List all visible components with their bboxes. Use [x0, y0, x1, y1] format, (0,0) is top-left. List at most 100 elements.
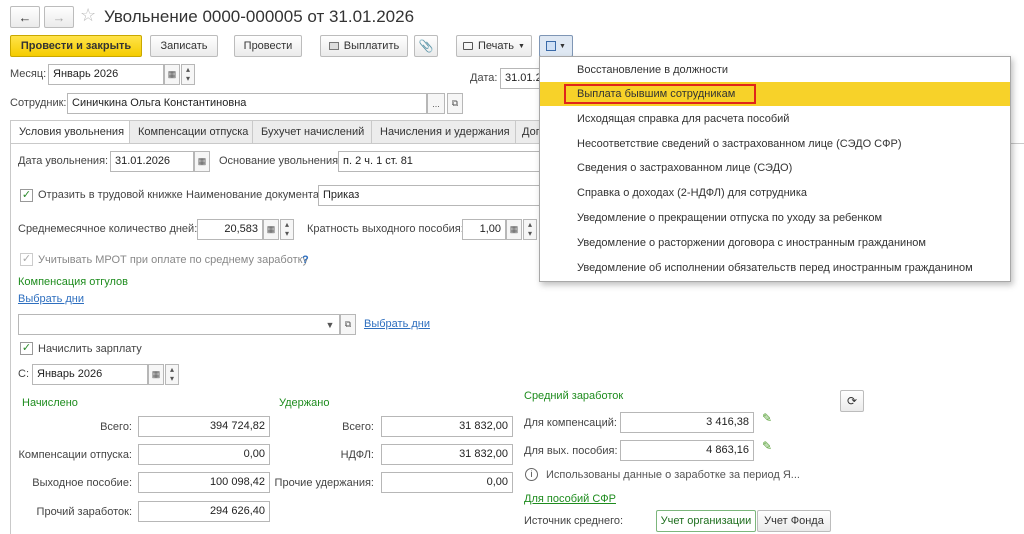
- tab-dismissal-conditions[interactable]: Условия увольнения: [10, 120, 134, 144]
- for-comp-label: Для компенсаций:: [524, 417, 617, 429]
- menu-item-sfr-mismatch[interactable]: Несоответствие сведений о застрахованном…: [540, 132, 1010, 156]
- ndfl-label: НДФЛ:: [340, 449, 374, 461]
- withheld-heading: Удержано: [279, 397, 330, 409]
- month-stepper[interactable]: ▴ ▾: [181, 64, 195, 85]
- forward-button[interactable]: →: [44, 6, 74, 28]
- employee-field[interactable]: Синичкина Ольга Константиновна: [67, 93, 427, 114]
- avg-earnings-heading: Средний заработок: [524, 390, 624, 402]
- accrued-total-field: 394 724,82: [138, 416, 270, 437]
- tab-accruals-deductions[interactable]: Начисления и удержания: [371, 120, 519, 143]
- menu-item-childcare-leave-end[interactable]: Уведомление о прекращении отпуска по ухо…: [540, 206, 1010, 230]
- for-severance-label: Для вых. пособия:: [524, 445, 618, 457]
- create-based-on-menu: Восстановление в должности Выплата бывши…: [539, 56, 1011, 282]
- menu-item-benefit-certificate[interactable]: Исходящая справка для расчета пособий: [540, 107, 1010, 131]
- month-field[interactable]: Январь 2026: [48, 64, 164, 85]
- pencil-icon[interactable]: ✎: [762, 411, 772, 425]
- source-fund-button[interactable]: Учет Фонда: [757, 510, 831, 532]
- menu-item-reinstatement[interactable]: Восстановление в должности: [540, 58, 1010, 82]
- date-field[interactable]: 31.01.2: [500, 68, 540, 89]
- withheld-total-field: 31 832,00: [381, 416, 513, 437]
- chevron-down-icon: ▼: [518, 42, 525, 50]
- basis-field[interactable]: п. 2 ч. 1 ст. 81: [338, 151, 542, 172]
- severance-label: Выходное пособие:: [32, 477, 132, 489]
- severance-mult-stepper[interactable]: ▴ ▾: [523, 219, 537, 240]
- for-severance-field[interactable]: 4 863,16: [620, 440, 754, 461]
- tab-additional[interactable]: Доп: [515, 120, 541, 143]
- mrot-checkbox[interactable]: ✓: [20, 253, 33, 266]
- vacation-comp-label: Компенсации отпуска:: [18, 449, 132, 461]
- accrue-label: Начислить зарплату: [38, 343, 142, 355]
- reflect-checkbox[interactable]: ✓: [20, 189, 33, 202]
- for-comp-field[interactable]: 3 416,38: [620, 412, 754, 433]
- leave-comp-field[interactable]: [18, 314, 340, 335]
- post-and-close-button[interactable]: Провести и закрыть: [10, 35, 142, 57]
- date-label: Дата:: [470, 72, 498, 84]
- avg-days-label: Среднемесячное количество дней:: [18, 223, 198, 235]
- pencil-icon[interactable]: ✎: [762, 439, 772, 453]
- menu-item-payment-former-employees[interactable]: Выплата бывшим сотрудникам: [540, 82, 1010, 106]
- chevron-down-icon[interactable]: ▼: [322, 314, 338, 335]
- select-days-link[interactable]: Выбрать дни: [18, 293, 84, 305]
- refresh-icon: ⟳: [846, 394, 858, 408]
- menu-item-foreign-termination[interactable]: Уведомление о расторжении договора с ино…: [540, 231, 1010, 255]
- open-icon[interactable]: ⧉: [340, 314, 356, 335]
- print-label: Печать: [478, 40, 515, 52]
- avg-days-stepper[interactable]: ▴ ▾: [280, 219, 294, 240]
- pay-icon: [328, 42, 339, 50]
- create-based-on-icon: [546, 41, 557, 51]
- favorite-star-icon[interactable]: ☆: [80, 5, 96, 26]
- severance-mult-label: Кратность выходного пособия:: [307, 223, 464, 235]
- reflect-label: Отразить в трудовой книжке: [38, 189, 183, 201]
- print-button[interactable]: Печать ▼: [456, 35, 532, 57]
- pay-button[interactable]: Выплатить: [320, 35, 408, 57]
- calendar-icon[interactable]: ▦: [148, 364, 164, 385]
- calculator-icon[interactable]: ▦: [506, 219, 522, 240]
- calculator-icon[interactable]: ▦: [263, 219, 279, 240]
- help-icon[interactable]: ?: [302, 254, 309, 266]
- refresh-button[interactable]: ⟳: [840, 390, 864, 412]
- post-button[interactable]: Провести: [234, 35, 302, 57]
- menu-item-income-certificate[interactable]: Справка о доходах (2-НДФЛ) для сотрудник…: [540, 181, 1010, 205]
- tab-panel-left-border: [10, 143, 11, 534]
- calendar-icon[interactable]: ▦: [194, 151, 210, 172]
- pay-label: Выплатить: [343, 40, 400, 52]
- accrued-heading: Начислено: [22, 397, 78, 409]
- select-days-link-2[interactable]: Выбрать дни: [364, 318, 430, 330]
- info-icon: i: [525, 468, 538, 481]
- highlight-box: [564, 84, 756, 104]
- accrued-total-label: Всего:: [100, 421, 132, 433]
- create-based-on-button[interactable]: ▼: [539, 35, 573, 57]
- employee-label: Сотрудник:: [10, 97, 67, 109]
- menu-item-foreign-obligations[interactable]: Уведомление об исполнении обязательств п…: [540, 256, 1010, 280]
- calendar-icon[interactable]: ▦: [164, 64, 180, 85]
- page-title: Увольнение 0000-000005 от 31.01.2026: [104, 7, 415, 26]
- severance-mult-field[interactable]: 1,00: [462, 219, 506, 240]
- tab-accounting[interactable]: Бухучет начислений: [252, 120, 374, 143]
- doc-name-field[interactable]: Приказ: [318, 185, 542, 206]
- other-deductions-label: Прочие удержания:: [274, 477, 374, 489]
- source-label: Источник среднего:: [524, 515, 624, 527]
- open-employee-icon[interactable]: ⧉: [447, 93, 463, 114]
- other-earnings-label: Прочий заработок:: [36, 506, 132, 518]
- vacation-comp-field: 0,00: [138, 444, 270, 465]
- basis-label: Основание увольнения:: [219, 155, 342, 167]
- dismissal-date-field[interactable]: 31.01.2026: [110, 151, 194, 172]
- avg-days-field[interactable]: 20,583: [197, 219, 263, 240]
- month-label: Месяц:: [10, 68, 47, 80]
- from-label: С:: [18, 368, 29, 380]
- save-button[interactable]: Записать: [150, 35, 218, 57]
- from-month-stepper[interactable]: ▴ ▾: [165, 364, 179, 385]
- other-deductions-field: 0,00: [381, 472, 513, 493]
- dismissal-date-label: Дата увольнения:: [18, 155, 109, 167]
- chevron-down-icon: ▼: [559, 42, 566, 50]
- menu-item-insured-info[interactable]: Сведения о застрахованном лице (СЭДО): [540, 156, 1010, 180]
- from-month-field[interactable]: Январь 2026: [32, 364, 148, 385]
- tab-vacation-compensation[interactable]: Компенсации отпуска: [129, 120, 258, 143]
- back-button[interactable]: ←: [10, 6, 40, 28]
- other-earnings-field: 294 626,40: [138, 501, 270, 522]
- accrue-checkbox[interactable]: ✓: [20, 342, 33, 355]
- select-employee-button[interactable]: ...: [427, 93, 445, 114]
- attach-button[interactable]: 📎: [414, 35, 438, 57]
- sfr-link[interactable]: Для пособий СФР: [524, 493, 616, 505]
- source-org-button[interactable]: Учет организации: [656, 510, 756, 532]
